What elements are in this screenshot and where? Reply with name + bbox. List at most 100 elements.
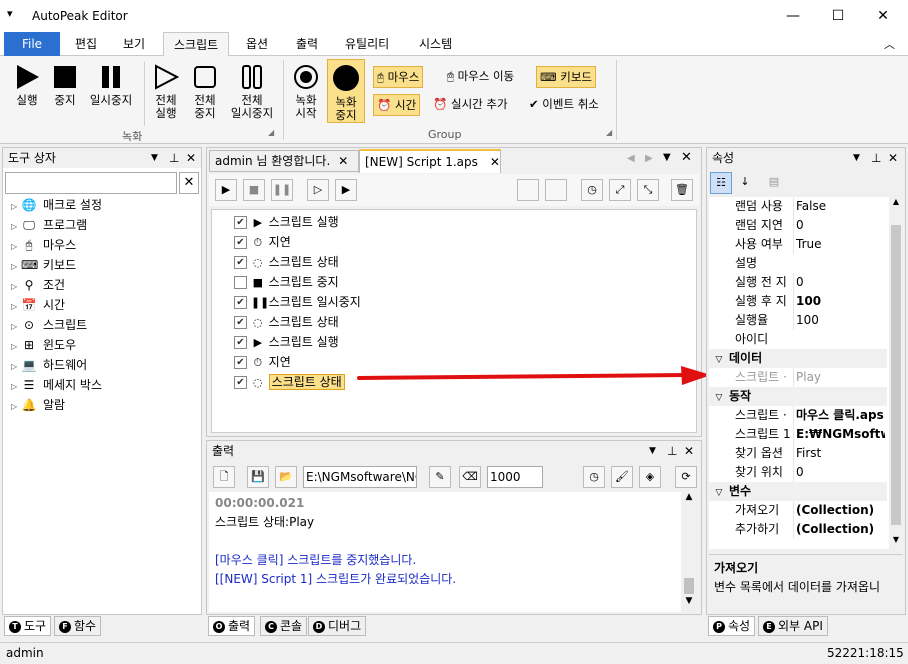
record-start-button[interactable]: 녹화 시작 bbox=[288, 64, 324, 120]
row-checkbox[interactable]: ✔ bbox=[234, 356, 247, 369]
collapse-button[interactable]: ⤡ bbox=[637, 179, 659, 201]
property-row[interactable]: 실행 전 지 0 bbox=[709, 273, 887, 292]
open-folder-button[interactable]: 📂 bbox=[275, 466, 297, 488]
property-value[interactable]: 0 bbox=[793, 273, 885, 292]
row-checkbox[interactable]: ✔ bbox=[234, 296, 247, 309]
eraser-button[interactable]: ⌫ bbox=[459, 466, 481, 488]
tree-item-hardware[interactable]: ▷ 💻 하드웨어 bbox=[11, 355, 199, 375]
tab-console[interactable]: C 콘솔 bbox=[260, 616, 308, 636]
script-row[interactable]: ✔ ◌ 스크립트 상태 bbox=[234, 252, 634, 272]
minimize-button[interactable]: — bbox=[770, 0, 816, 32]
tab-script-1[interactable]: [NEW] Script 1.aps ✕ bbox=[359, 149, 501, 173]
pause-all-button[interactable]: 전체 일시중지 bbox=[225, 64, 279, 120]
tree-item-script[interactable]: ▷ ⊙ 스크립트 bbox=[11, 315, 199, 335]
toolbox-search-input[interactable] bbox=[5, 172, 177, 194]
tab-debug[interactable]: D 디버그 bbox=[308, 616, 367, 636]
timestamp-button[interactable]: ◷ bbox=[583, 466, 605, 488]
alphabetical-view-button[interactable]: ↓ bbox=[734, 172, 756, 194]
property-row[interactable]: 추가하기 (Collection) bbox=[709, 520, 887, 539]
tab-list-icon[interactable]: ▼ bbox=[663, 152, 671, 163]
group-launcher-icon[interactable]: ◢ bbox=[268, 128, 274, 137]
record-stop-button[interactable]: 녹화 중지 bbox=[327, 59, 365, 123]
property-value[interactable]: 100 bbox=[793, 311, 885, 330]
tab-system[interactable]: 시스템 bbox=[409, 32, 462, 56]
property-scrollbar[interactable]: ▲ ▼ bbox=[889, 197, 903, 549]
tab-output[interactable]: 출력 bbox=[286, 32, 328, 56]
property-value[interactable]: 0 bbox=[793, 463, 885, 482]
tree-item-condition[interactable]: ▷ ⚲ 조건 bbox=[11, 275, 199, 295]
row-checkbox[interactable]: ✔ bbox=[234, 236, 247, 249]
tree-item-alarm[interactable]: ▷ 🔔 알람 bbox=[11, 395, 199, 415]
property-category[interactable]: ▽ 동작 bbox=[709, 387, 887, 406]
property-row[interactable]: 스크립트 · Play bbox=[709, 368, 887, 387]
fill-button[interactable]: ◈ bbox=[639, 466, 661, 488]
property-value[interactable]: 마우스 클릭.aps bbox=[793, 406, 885, 425]
tree-item-message-box[interactable]: ▷ ☰ 메세지 박스 bbox=[11, 375, 199, 395]
mouse-record-toggle[interactable]: 🖰 마우스 bbox=[373, 66, 424, 88]
tab-welcome[interactable]: admin 님 환영합니다. ✕ bbox=[209, 150, 359, 172]
property-row[interactable]: 아이디 bbox=[709, 330, 887, 349]
tab-functions[interactable]: F 함수 bbox=[54, 616, 102, 636]
property-value[interactable]: True bbox=[793, 235, 885, 254]
tab-options[interactable]: 옵션 bbox=[236, 32, 278, 56]
row-checkbox[interactable] bbox=[234, 276, 247, 289]
line-count-input[interactable]: 1000 bbox=[487, 466, 543, 488]
property-row[interactable]: 실행율 100 bbox=[709, 311, 887, 330]
group-launcher-icon[interactable]: ◢ bbox=[606, 128, 612, 137]
tab-tools[interactable]: T 도구 bbox=[4, 616, 52, 636]
property-value[interactable]: E:₩NGMsoftware bbox=[793, 425, 885, 444]
close-button[interactable]: ✕ bbox=[860, 0, 906, 32]
tree-item-window[interactable]: ▷ ⊞ 윈도우 bbox=[11, 335, 199, 355]
tree-item-keyboard[interactable]: ▷ ⌨ 키보드 bbox=[11, 255, 199, 275]
stop-button[interactable]: ■ bbox=[243, 179, 265, 201]
tab-view[interactable]: 보기 bbox=[113, 32, 155, 56]
pin-icon[interactable]: ⊥ bbox=[667, 441, 677, 461]
event-cancel-toggle[interactable]: ✔ 이벤트 취소 bbox=[526, 94, 602, 116]
tree-item-time[interactable]: ▷ 📅 시간 bbox=[11, 295, 199, 315]
time-record-toggle[interactable]: ⏰ 시간 bbox=[373, 94, 421, 116]
property-value[interactable]: (Collection) bbox=[793, 501, 885, 520]
clean-button[interactable]: ✎ bbox=[429, 466, 451, 488]
property-category[interactable]: ▽ 데이터 bbox=[709, 349, 887, 368]
tab-scroll-right-icon[interactable]: ▶ bbox=[645, 153, 653, 164]
categorized-view-button[interactable]: ☷ bbox=[710, 172, 732, 194]
tab-script[interactable]: 스크립트 bbox=[163, 32, 230, 57]
row-checkbox[interactable]: ✔ bbox=[234, 256, 247, 269]
property-row[interactable]: 실행 후 지 100 bbox=[709, 292, 887, 311]
play-all-button[interactable]: 전체 실행 bbox=[148, 64, 184, 120]
tree-item-program[interactable]: ▷ 🖵 프로그램 bbox=[11, 215, 199, 235]
script-row[interactable]: ✔ ◌ 스크립트 상태 bbox=[234, 312, 634, 332]
tab-utility[interactable]: 유틸리티 bbox=[335, 32, 399, 56]
mouse-move-toggle[interactable]: 🖱 마우스 이동 bbox=[444, 66, 517, 88]
property-row[interactable]: 찾기 위치 0 bbox=[709, 463, 887, 482]
row-checkbox[interactable]: ✔ bbox=[234, 336, 247, 349]
property-row[interactable]: 가져오기 (Collection) bbox=[709, 501, 887, 520]
pause-button[interactable]: ❚❚ bbox=[271, 179, 293, 201]
file-menu[interactable]: File bbox=[4, 32, 60, 56]
keyboard-record-toggle[interactable]: ⌨ 키보드 bbox=[536, 66, 597, 88]
tab-scroll-left-icon[interactable]: ◀ bbox=[627, 153, 635, 164]
brush-button[interactable]: 🖌 bbox=[611, 466, 633, 488]
property-value[interactable]: Play bbox=[793, 368, 885, 387]
property-row[interactable]: 스크립트 1E:₩NGMsoftware bbox=[709, 425, 887, 444]
new-log-button[interactable]: 🗋 bbox=[213, 466, 235, 488]
script-row[interactable]: ■ 스크립트 중지 bbox=[234, 272, 634, 292]
quick-access-icon[interactable]: ▾ bbox=[7, 7, 13, 20]
save-log-button[interactable]: 💾 bbox=[247, 466, 269, 488]
script-row[interactable]: ✔ ▶ 스크립트 실행 bbox=[234, 332, 634, 352]
pin-icon[interactable]: ⊥ bbox=[169, 148, 179, 168]
property-value[interactable]: First bbox=[793, 444, 885, 463]
blank-button[interactable] bbox=[545, 179, 567, 201]
row-checkbox[interactable]: ✔ bbox=[234, 216, 247, 229]
scroll-thumb[interactable] bbox=[684, 578, 694, 594]
refresh-button[interactable]: ⟳ bbox=[675, 466, 697, 488]
property-row[interactable]: 랜덤 지연 0 bbox=[709, 216, 887, 235]
tab-edit[interactable]: 편집 bbox=[65, 32, 107, 56]
property-row[interactable]: 설명 bbox=[709, 254, 887, 273]
scroll-thumb[interactable] bbox=[891, 225, 901, 525]
property-value[interactable]: 100 bbox=[793, 292, 885, 311]
property-value[interactable]: False bbox=[793, 197, 885, 216]
property-row[interactable]: 찾기 옵션 First bbox=[709, 444, 887, 463]
script-row[interactable]: ✔ ▶ 스크립트 실행 bbox=[234, 212, 634, 232]
script-row[interactable]: ✔ ⏱ 지연 bbox=[234, 232, 634, 252]
